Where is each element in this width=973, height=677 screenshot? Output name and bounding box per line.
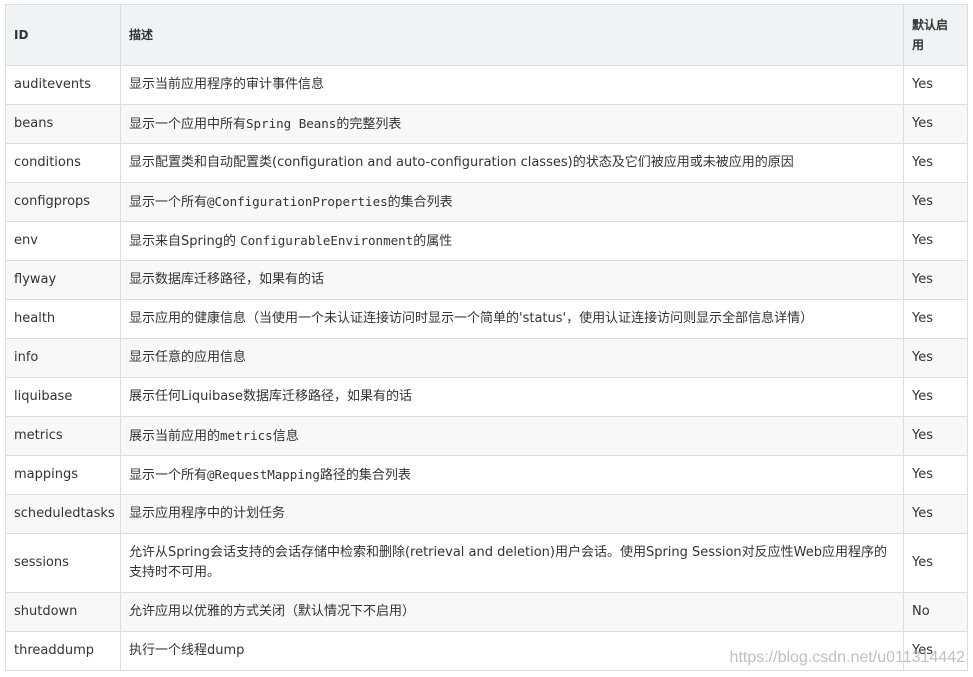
endpoint-default-enabled: No [903,592,968,632]
header-default-enabled: 默认启用 [903,4,968,66]
endpoint-description: 显示任意的应用信息 [120,338,904,378]
endpoint-default-enabled: Yes [903,104,968,144]
endpoint-description: 显示一个所有@RequestMapping路径的集合列表 [120,455,904,495]
endpoint-id: liquibase [5,377,121,417]
description-text: 显示应用的健康信息（当使用一个未认证连接访问时显示一个简单的'status'，使… [129,311,814,326]
description-text: 路径的集合列表 [319,467,411,483]
endpoint-id: beans [5,104,121,144]
endpoint-default-enabled: Yes [903,182,968,222]
description-text: 显示配置类和自动配置类(configuration and auto-confi… [129,155,794,170]
endpoint-default-enabled: Yes [903,65,968,105]
endpoints-table: ID 描述 默认启用 auditevents 显示当前应用程序的审计事件信息 Yes… [5,4,968,671]
description-text: 显示任意的应用信息 [129,350,247,365]
code-text: metrics [220,427,273,443]
endpoint-description: 显示应用的健康信息（当使用一个未认证连接访问时显示一个简单的'status'，使… [120,299,904,339]
endpoint-default-enabled: Yes [903,143,968,183]
header-id: ID [5,4,121,66]
endpoint-id: auditevents [5,65,121,105]
endpoint-default-enabled: Yes [903,338,968,378]
description-text: 显示应用程序中的计划任务 [129,506,286,521]
table-row: shutdown 允许应用以优雅的方式关闭（默认情况下不启用） No [5,592,968,632]
endpoint-id: shutdown [5,592,121,632]
table-row: metrics 展示当前应用的metrics信息 Yes [5,416,968,456]
code-text: Spring Beans [246,115,337,131]
endpoint-id: env [5,221,121,261]
endpoint-id: flyway [5,260,121,300]
endpoint-description: 显示数据库迁移路径，如果有的话 [120,260,904,300]
table-row: health 显示应用的健康信息（当使用一个未认证连接访问时显示一个简单的'sta… [5,299,968,339]
endpoint-id: metrics [5,416,121,456]
endpoint-description: 显示来自Spring的 ConfigurableEnvironment的属性 [120,221,904,261]
description-text: 的完整列表 [336,116,402,132]
endpoint-default-enabled: Yes [903,299,968,339]
description-text: 展示任何Liquibase数据库迁移路径，如果有的话 [129,389,412,404]
description-text: 的属性 [413,233,453,249]
endpoint-id: scheduledtasks [5,494,121,534]
description-text: 显示数据库迁移路径，如果有的话 [129,272,325,287]
code-text: @ConfigurationProperties [207,193,388,209]
endpoint-default-enabled: Yes [903,377,968,417]
endpoint-description: 显示应用程序中的计划任务 [120,494,904,534]
endpoint-default-enabled: Yes [903,533,968,593]
table-row: configprops 显示一个所有@ConfigurationPropertie… [5,182,968,222]
table-row: beans 显示一个应用中所有Spring Beans的完整列表 Yes [5,104,968,144]
description-text: 执行一个线程dump [129,643,245,658]
description-text: 显示当前应用程序的审计事件信息 [129,77,325,92]
description-text: 信息 [272,428,299,444]
description-text: 的集合列表 [387,194,453,210]
endpoint-description: 允许应用以优雅的方式关闭（默认情况下不启用） [120,592,904,632]
endpoint-id: info [5,338,121,378]
endpoint-description: 展示任何Liquibase数据库迁移路径，如果有的话 [120,377,904,417]
endpoint-default-enabled: Yes [903,455,968,495]
header-description: 描述 [120,4,904,66]
table-header-row: ID 描述 默认启用 [5,4,968,66]
description-text: 允许应用以优雅的方式关闭（默认情况下不启用） [129,604,416,619]
endpoint-default-enabled: Yes [903,416,968,456]
description-text: 显示一个所有 [129,467,208,483]
table-body: auditevents 显示当前应用程序的审计事件信息 Yes beans 显示一个应用… [5,65,968,671]
endpoint-description: 显示配置类和自动配置类(configuration and auto-confi… [120,143,904,183]
code-text: ConfigurableEnvironment [240,232,414,248]
description-text: 显示一个应用中所有 [129,116,247,132]
endpoint-id: conditions [5,143,121,183]
description-text: 允许从Spring会话支持的会话存储中检索和删除(retrieval and d… [129,545,887,580]
table-row: conditions 显示配置类和自动配置类(configuration and … [5,143,968,183]
endpoint-id: mappings [5,455,121,495]
description-text: 显示一个所有 [129,194,208,210]
code-text: @RequestMapping [207,466,320,482]
table-row: env 显示来自Spring的 ConfigurableEnvironment的属… [5,221,968,261]
table-row: auditevents 显示当前应用程序的审计事件信息 Yes [5,65,968,105]
endpoint-id: configprops [5,182,121,222]
endpoint-description: 显示当前应用程序的审计事件信息 [120,65,904,105]
table-row: scheduledtasks 显示应用程序中的计划任务 Yes [5,494,968,534]
table-row: flyway 显示数据库迁移路径，如果有的话 Yes [5,260,968,300]
table-row: info 显示任意的应用信息 Yes [5,338,968,378]
endpoint-description: 展示当前应用的metrics信息 [120,416,904,456]
table-row: liquibase 展示任何Liquibase数据库迁移路径，如果有的话 Yes [5,377,968,417]
description-text: 展示当前应用的 [129,428,221,444]
endpoint-default-enabled: Yes [903,494,968,534]
endpoint-description: 允许从Spring会话支持的会话存储中检索和删除(retrieval and d… [120,533,904,593]
endpoint-default-enabled: Yes [903,221,968,261]
watermark: https://blog.csdn.net/u011314442 [729,649,965,666]
endpoint-id: threaddump [5,631,121,671]
endpoint-id: health [5,299,121,339]
description-text: 显示来自Spring的 [129,233,241,249]
table-row: sessions 允许从Spring会话支持的会话存储中检索和删除(retriev… [5,533,968,593]
endpoint-description: 显示一个所有@ConfigurationProperties的集合列表 [120,182,904,222]
endpoint-id: sessions [5,533,121,593]
endpoint-description: 显示一个应用中所有Spring Beans的完整列表 [120,104,904,144]
endpoint-default-enabled: Yes [903,260,968,300]
table-row: mappings 显示一个所有@RequestMapping路径的集合列表 Yes [5,455,968,495]
